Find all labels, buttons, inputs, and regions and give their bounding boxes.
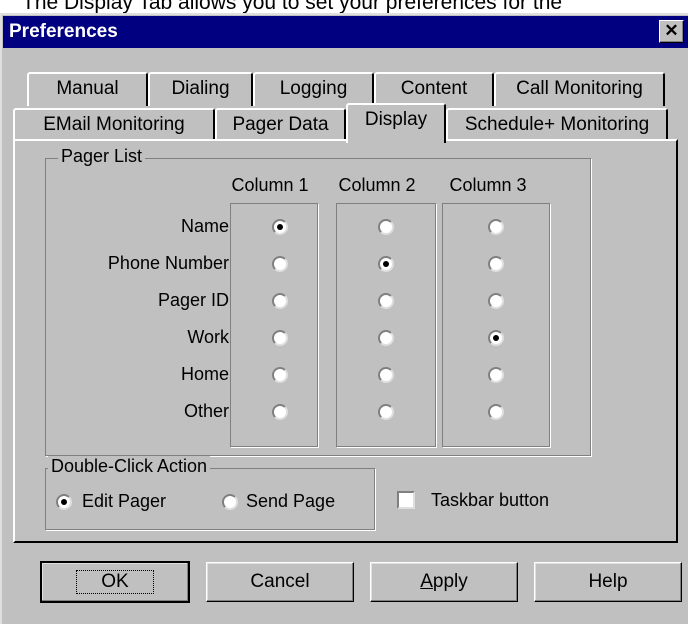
radio-col2-other[interactable] bbox=[378, 404, 394, 420]
radio-col2-work[interactable] bbox=[378, 330, 394, 346]
radio-col3-home[interactable] bbox=[488, 367, 504, 383]
tab-label: Manual bbox=[56, 78, 119, 99]
tab-schedule-monitoring[interactable]: Schedule+ Monitoring bbox=[446, 108, 668, 141]
double-click-action-group: Double-Click Action Edit Pager Send Page bbox=[45, 456, 375, 530]
title-bar[interactable]: Preferences ✕ bbox=[3, 16, 688, 48]
edit-pager-label[interactable]: Edit Pager bbox=[82, 491, 166, 512]
row-label-other: Other bbox=[183, 401, 229, 421]
dialog-title: Preferences bbox=[9, 21, 118, 42]
tab-label: EMail Monitoring bbox=[43, 114, 185, 135]
radio-col1-home[interactable] bbox=[272, 367, 288, 383]
row-label-phone-number: Phone Number bbox=[107, 253, 229, 273]
tab-email-monitoring[interactable]: EMail Monitoring bbox=[13, 108, 215, 141]
cancel-label: Cancel bbox=[250, 571, 310, 592]
radio-col1-name[interactable] bbox=[272, 219, 288, 235]
radio-col3-phone-number[interactable] bbox=[488, 256, 504, 272]
tab-label: Logging bbox=[279, 78, 348, 99]
row-label-work: Work bbox=[187, 327, 229, 347]
radio-edit-pager[interactable] bbox=[56, 494, 72, 510]
radio-col3-name[interactable] bbox=[488, 219, 504, 235]
radio-col2-home[interactable] bbox=[378, 367, 394, 383]
tab-display[interactable]: Display bbox=[346, 103, 446, 143]
help-label: Help bbox=[588, 571, 628, 592]
close-button[interactable]: ✕ bbox=[659, 20, 684, 43]
help-button[interactable]: Help bbox=[534, 562, 682, 602]
row-label-name: Name bbox=[180, 216, 229, 236]
radio-send-page[interactable] bbox=[222, 494, 238, 510]
tab-label: Display bbox=[364, 109, 428, 130]
radio-col2-phone-number[interactable] bbox=[378, 256, 394, 272]
radio-col1-other[interactable] bbox=[272, 404, 288, 420]
display-tab-panel: Pager List Column 1 Column 2 Column 3 Na… bbox=[13, 139, 678, 543]
tab-label: Call Monitoring bbox=[516, 78, 643, 99]
double-click-legend: Double-Click Action bbox=[48, 456, 211, 477]
column-3-header: Column 3 bbox=[449, 175, 527, 195]
tab-label: Content bbox=[400, 78, 468, 99]
tab-label: Dialing bbox=[171, 78, 230, 99]
radio-col3-other[interactable] bbox=[488, 404, 504, 420]
tab-content[interactable]: Content bbox=[374, 72, 494, 106]
tab-manual[interactable]: Manual bbox=[27, 72, 148, 106]
apply-label-rest: pply bbox=[432, 571, 468, 592]
radio-col1-pager-id[interactable] bbox=[272, 293, 288, 309]
radio-col3-pager-id[interactable] bbox=[488, 293, 504, 309]
row-label-home: Home bbox=[180, 364, 229, 384]
send-page-label[interactable]: Send Page bbox=[246, 491, 335, 512]
radio-col1-work[interactable] bbox=[272, 330, 288, 346]
tab-logging[interactable]: Logging bbox=[253, 72, 374, 106]
tab-call-monitoring[interactable]: Call Monitoring bbox=[494, 72, 665, 106]
tab-dialing[interactable]: Dialing bbox=[148, 72, 253, 106]
apply-accelerator: A bbox=[420, 571, 433, 592]
radio-col1-phone-number[interactable] bbox=[272, 256, 288, 272]
apply-label: Apply bbox=[420, 571, 468, 592]
taskbar-button-label[interactable]: Taskbar button bbox=[431, 490, 549, 511]
close-icon: ✕ bbox=[664, 21, 679, 40]
tab-label: Schedule+ Monitoring bbox=[464, 114, 650, 135]
tab-label: Pager Data bbox=[232, 114, 329, 135]
cancel-button[interactable]: Cancel bbox=[206, 562, 354, 602]
pager-list-legend: Pager List bbox=[58, 146, 146, 167]
apply-button[interactable]: Apply bbox=[370, 562, 518, 602]
pager-list-group: Pager List Column 1 Column 2 Column 3 Na… bbox=[45, 146, 591, 456]
taskbar-button-checkbox[interactable] bbox=[397, 491, 415, 509]
column-2-header: Column 2 bbox=[338, 175, 416, 195]
row-label-pager-id: Pager ID bbox=[157, 290, 229, 310]
radio-col2-pager-id[interactable] bbox=[378, 293, 394, 309]
ok-button[interactable]: OK bbox=[40, 561, 190, 603]
tab-pager-data[interactable]: Pager Data bbox=[215, 108, 346, 141]
radio-col3-work[interactable] bbox=[488, 330, 504, 346]
ok-label: OK bbox=[76, 570, 154, 594]
radio-col2-name[interactable] bbox=[378, 219, 394, 235]
column-1-header: Column 1 bbox=[231, 175, 309, 195]
